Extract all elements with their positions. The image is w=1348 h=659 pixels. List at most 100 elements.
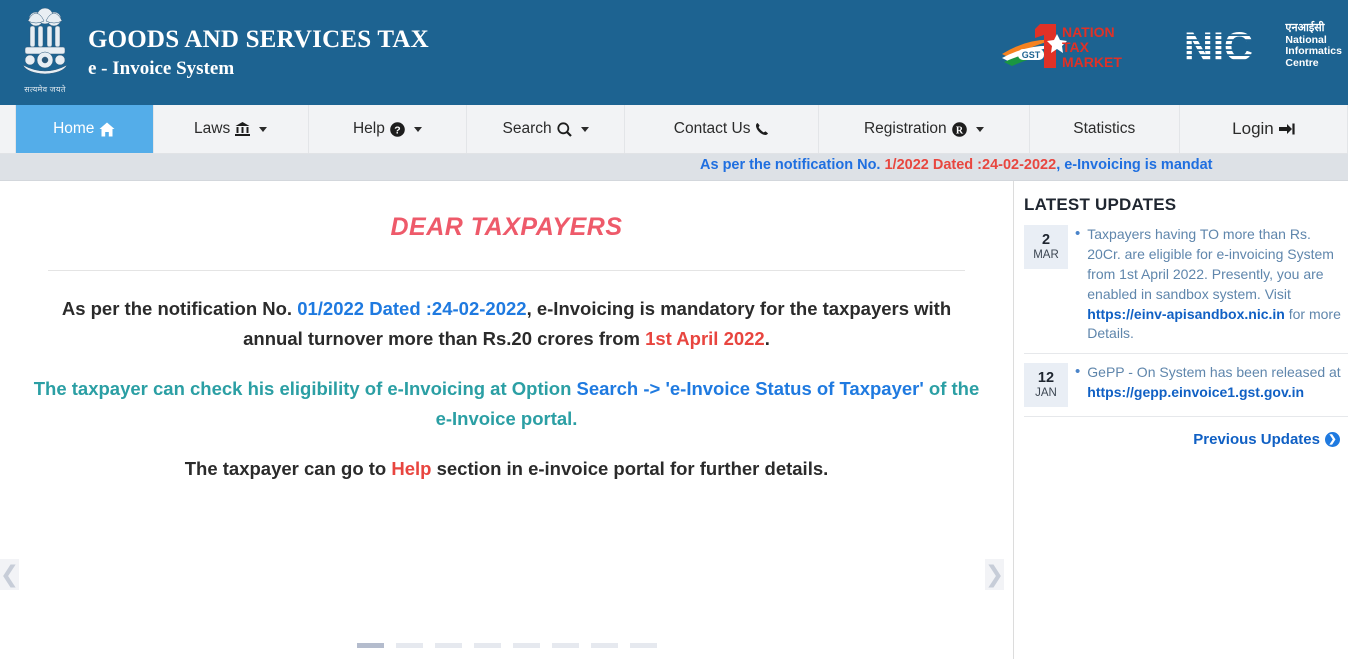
update-date-badge: 12 JAN [1024,363,1068,407]
site-header: सत्यमेव जयते GOODS AND SERVICES TAX e - … [0,0,1348,105]
national-emblem: सत्यमेव जयते [14,3,76,103]
emblem-motto: सत्यमेव जयते [24,84,65,95]
update-month: MAR [1033,249,1059,262]
update-item: 2 MAR • Taxpayers having TO more than Rs… [1024,225,1348,354]
update-day: 12 [1038,370,1054,387]
update-item: 12 JAN • GePP - On System has been relea… [1024,363,1348,417]
nav-item-help[interactable]: Help ? [309,105,467,153]
slide-p2-search-path: Search -> 'e-Invoice Status of Taxpayer' [577,378,924,399]
update-date-badge: 2 MAR [1024,225,1068,269]
carousel-indicator-0[interactable] [357,643,384,648]
slide-p1-a: As per the notification No. [62,298,297,319]
phone-icon [755,122,769,136]
slide-paragraph-1: As per the notification No. 01/2022 Date… [30,294,983,354]
update-link[interactable]: https://gepp.einvoice1.gst.gov.in [1087,384,1304,400]
nav-item-statistics[interactable]: Statistics [1030,105,1180,153]
nav-label-login: Login [1232,119,1274,139]
carousel-next-button[interactable]: ❯ [985,559,1004,590]
slide-divider [48,270,965,271]
svg-text:NIC: NIC [1184,25,1253,67]
slide-paragraph-3: The taxpayer can go to Help section in e… [30,454,983,484]
svg-text:TAX: TAX [1062,39,1090,55]
nav-item-contact-us[interactable]: Contact Us [625,105,819,153]
nav-label-laws: Laws [194,120,230,138]
nav-item-search[interactable]: Search [467,105,625,153]
chevron-down-icon [259,127,267,132]
slide-p1-c: . [765,328,770,349]
carousel-indicator-2[interactable] [435,643,462,648]
slide-title: DEAR TAXPAYERS [30,213,983,242]
update-text: Taxpayers having TO more than Rs. 20Cr. … [1087,225,1348,344]
brand: GOODS AND SERVICES TAX e - Invoice Syste… [88,25,429,80]
nav-label-registration: Registration [864,120,947,138]
slide-p1-notification-link[interactable]: 01/2022 Dated :24-02-2022 [297,298,526,319]
announcement-carousel: DEAR TAXPAYERS As per the notification N… [0,181,1014,659]
nic-hindi-label: एनआईसी [1285,22,1342,34]
slide-p1-date: 1st April 2022 [645,328,765,349]
carousel-indicator-7[interactable] [630,643,657,648]
carousel-indicator-5[interactable] [552,643,579,648]
nav-label-statistics: Statistics [1073,120,1135,138]
chevron-down-icon [414,127,422,132]
nav-label-search: Search [503,120,552,138]
carousel-indicators [0,631,1013,659]
carousel-slide: DEAR TAXPAYERS As per the notification N… [0,181,1013,659]
carousel-prev-button[interactable]: ❮ [0,559,19,590]
notification-marquee: As per the notification No. 1/2022 Dated… [0,154,1348,181]
search-icon [557,122,572,137]
nav-label-home: Home [53,120,94,138]
registered-icon: R [952,122,967,137]
svg-text:R: R [956,125,964,136]
nav-item-registration[interactable]: Registration R [819,105,1030,153]
update-text: GePP - On System has been released at ht… [1087,363,1348,407]
main-content: DEAR TAXPAYERS As per the notification N… [0,181,1348,659]
ashoka-lion-capital-icon [19,7,71,83]
svg-text:?: ? [394,124,400,136]
site-subtitle: e - Invoice System [88,58,429,80]
chevron-down-icon [581,127,589,132]
slide-paragraph-2: The taxpayer can check his eligibility o… [30,374,983,434]
bullet-icon: • [1075,363,1080,407]
question-icon: ? [390,122,405,137]
svg-text:GST: GST [1022,50,1041,60]
nav-label-help: Help [353,120,385,138]
bank-icon [235,122,250,136]
nic-logo: NIC एनआईसी National Informatics Centre [1184,22,1342,70]
update-month: JAN [1035,387,1057,400]
site-title: GOODS AND SERVICES TAX [88,25,429,55]
one-nation-tax-market-logo: GST NATION TAX MARKET [1000,18,1170,74]
carousel-indicator-1[interactable] [396,643,423,648]
previous-updates-link[interactable]: Previous Updates ❯ [1024,431,1348,448]
nav-item-login[interactable]: Login [1180,105,1348,153]
bullet-icon: • [1075,225,1080,344]
update-day: 2 [1042,232,1050,249]
nav-label-contact-us: Contact Us [674,120,751,138]
marquee-part3: , e-Invoicing is mandat [1056,157,1212,173]
marquee-text: As per the notification No. 1/2022 Dated… [700,157,1213,173]
home-icon [99,122,115,137]
update-text-a: Taxpayers having TO more than Rs. 20Cr. … [1087,226,1334,302]
update-link[interactable]: https://einv-apisandbox.nic.in [1087,306,1285,322]
slide-p3-a: The taxpayer can go to [185,458,392,479]
chevron-down-icon [976,127,984,132]
marquee-part1: As per the notification No. [700,157,884,173]
circle-arrow-right-icon: ❯ [1325,432,1340,447]
update-text-a: GePP - On System has been released at [1087,364,1340,380]
carousel-indicator-6[interactable] [591,643,618,648]
nic-line3: Centre [1285,58,1342,70]
latest-updates-title: LATEST UPDATES [1024,195,1348,215]
nic-mark-icon: NIC [1184,25,1278,67]
marquee-highlight: 1/2022 Dated :24-02-2022 [884,157,1056,173]
svg-text:MARKET: MARKET [1062,54,1122,70]
sign-in-icon [1279,122,1295,136]
slide-p3-help-link[interactable]: Help [391,458,431,479]
nic-wordmark: एनआईसी National Informatics Centre [1285,22,1342,70]
slide-p2-a: The taxpayer can check his eligibility o… [34,378,577,399]
svg-text:NATION: NATION [1062,24,1115,40]
carousel-indicator-3[interactable] [474,643,501,648]
nav-item-laws[interactable]: Laws [154,105,309,153]
carousel-indicator-4[interactable] [513,643,540,648]
header-logos: GST NATION TAX MARKET [1000,18,1342,74]
nav-item-home[interactable]: Home [15,105,154,153]
main-navigation: Home Laws Help ? Search Contact Us Regis… [0,105,1348,154]
